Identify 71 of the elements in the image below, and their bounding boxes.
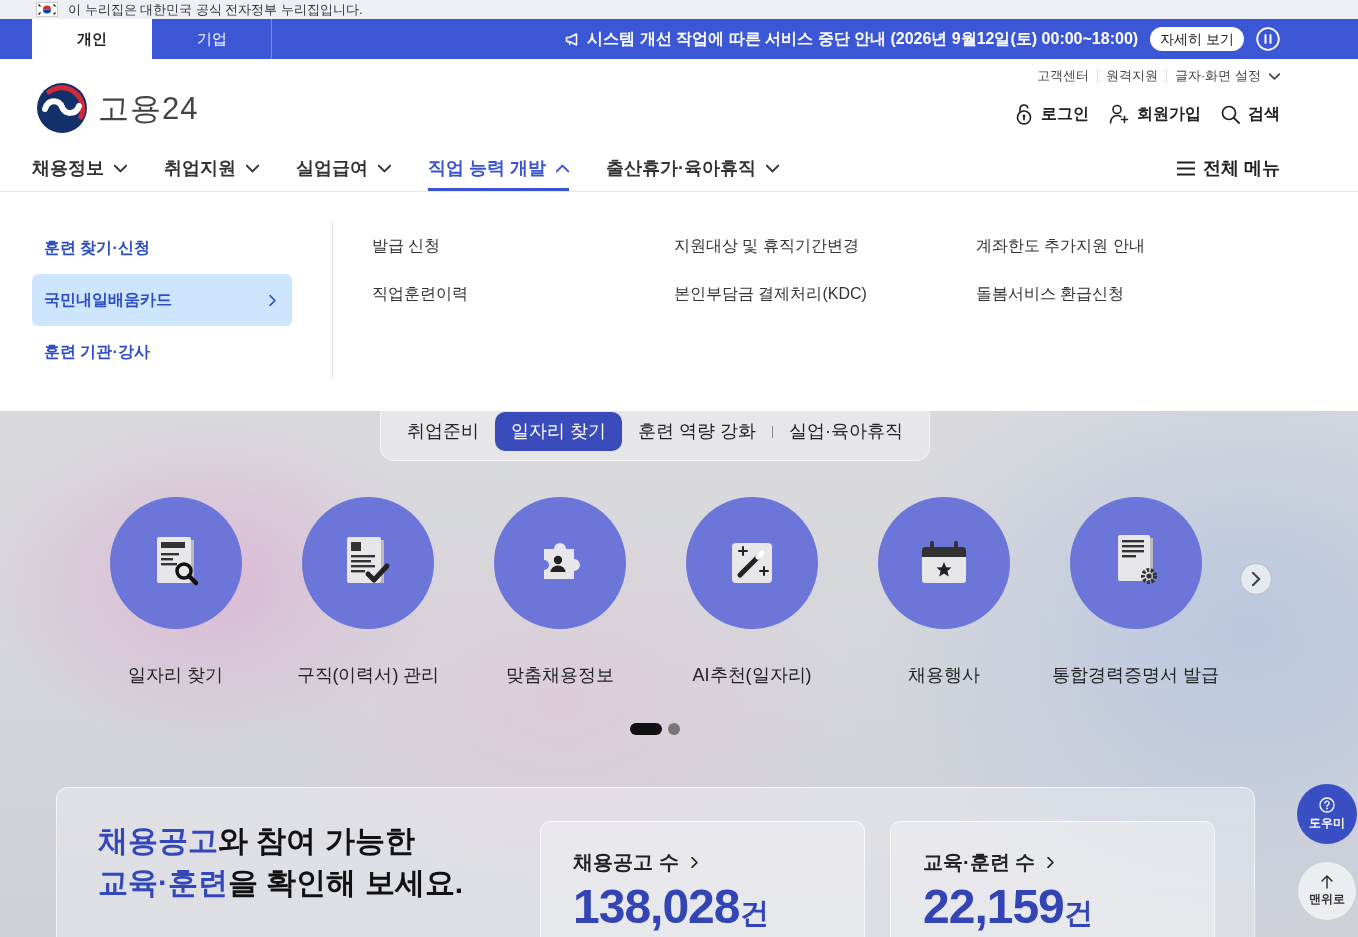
pause-icon [1256, 27, 1280, 51]
category-tab[interactable]: 훈련 역량 강화 [622, 412, 772, 451]
lock-icon [1015, 103, 1033, 125]
submenu-item[interactable]: 훈련 찾기·신청 [32, 222, 292, 274]
search-link[interactable]: 검색 [1221, 102, 1280, 126]
arrow-up-icon [1321, 875, 1333, 890]
chevron-right-icon [1249, 572, 1263, 586]
puzzle-person-icon [494, 497, 626, 629]
chevron-right-icon [1045, 856, 1057, 868]
caret-icon [1269, 70, 1280, 82]
audience-tab[interactable]: 개인 [32, 19, 152, 59]
pagination-dot[interactable] [668, 723, 680, 735]
stat-link[interactable]: 교육·훈련 수 [923, 849, 1057, 875]
caret-icon [556, 162, 569, 175]
submenu-item[interactable]: 훈련 기관·강사 [32, 326, 292, 378]
back-to-top-button[interactable]: 맨위로 [1297, 861, 1357, 921]
category-tab[interactable]: 취업준비 [391, 412, 495, 451]
stat-value: 22,159건 [923, 884, 1093, 935]
caret-icon [378, 162, 391, 175]
quick-menu-link[interactable]: 통합경력증명서 발급 [1040, 497, 1232, 689]
category-tab[interactable]: 일자리 찾기 [495, 412, 622, 451]
submenu-link[interactable]: 지원대상 및 휴직기간변경 [674, 222, 976, 270]
signup-link[interactable]: 회원가입 [1109, 102, 1201, 126]
caret-icon [246, 162, 259, 175]
help-button[interactable]: 도우미 [1297, 784, 1357, 844]
main-menu-item[interactable]: 실업급여 [296, 149, 391, 191]
caret-icon [114, 162, 127, 175]
submenu-link[interactable]: 발급 신청 [372, 222, 674, 270]
menu-icon [1177, 161, 1195, 176]
wand-sparkle-icon [686, 497, 818, 629]
submenu-link[interactable]: 계좌한도 추가지원 안내 [976, 222, 1278, 270]
pause-button[interactable] [1256, 27, 1280, 51]
category-tab[interactable]: 실업·육아휴직 [773, 412, 919, 451]
audience-tab[interactable]: 기업 [152, 19, 272, 59]
emblem-icon [36, 82, 88, 134]
help-icon [1319, 797, 1335, 814]
quick-menu-link[interactable]: 일자리 찾기 [80, 497, 272, 689]
caret-icon [766, 162, 779, 175]
main-menu-item[interactable]: 취업지원 [164, 149, 259, 191]
section-heading: 채용공고와 참여 가능한 교육·훈련을 확인해 보세요. [98, 823, 464, 901]
document-check-icon [302, 497, 434, 629]
user-plus-icon [1109, 104, 1129, 124]
details-button[interactable]: 자세히 보기 [1150, 27, 1244, 51]
quick-menu-link[interactable]: 채용행사 [848, 497, 1040, 689]
quick-menu-link[interactable]: AI추천(일자리) [656, 497, 848, 689]
utility-link[interactable]: 고객센터 [1029, 69, 1098, 83]
main-menu-item[interactable]: 채용정보 [32, 149, 127, 191]
submenu-link[interactable]: 직업훈련이력 [372, 270, 674, 318]
flag-icon [36, 2, 58, 17]
main-menu-item[interactable]: 출산휴가·육아휴직 [606, 149, 779, 191]
submenu-link[interactable]: 돌봄서비스 환급신청 [976, 270, 1278, 318]
submenu-link[interactable]: 본인부담금 결제처리(KDC) [674, 270, 976, 318]
next-button[interactable] [1240, 563, 1272, 595]
gov-banner-text: 이 누리집은 대한민국 공식 전자정부 누리집입니다. [68, 3, 363, 16]
notice-text: 시스템 개선 작업에 따른 서비스 중단 안내 (2026년 9월12일(토) 00:00~18:00) [587, 29, 1139, 49]
stat-link[interactable]: 채용공고 수 [573, 849, 700, 875]
megaphone-icon [565, 32, 580, 46]
chevron-right-icon [688, 856, 700, 868]
login-link[interactable]: 로그인 [1015, 102, 1089, 126]
quick-menu-link[interactable]: 구직(이력서) 관리 [272, 497, 464, 689]
document-search-icon [110, 497, 242, 629]
stat-value: 138,028건 [573, 884, 769, 935]
search-icon [1221, 104, 1240, 124]
chevron-right-icon [267, 294, 278, 306]
home-logo-link[interactable]: 고용24 [36, 59, 199, 149]
utility-link[interactable]: 원격지원 [1097, 69, 1167, 83]
document-gear-icon [1070, 497, 1202, 629]
display-settings-menu[interactable]: 글자·화면 설정 [1166, 69, 1280, 83]
submenu-item[interactable]: 국민내일배움카드 [32, 274, 292, 326]
all-menu-button[interactable]: 전체 메뉴 [1177, 149, 1280, 191]
quick-menu-link[interactable]: 맞춤채용정보 [464, 497, 656, 689]
